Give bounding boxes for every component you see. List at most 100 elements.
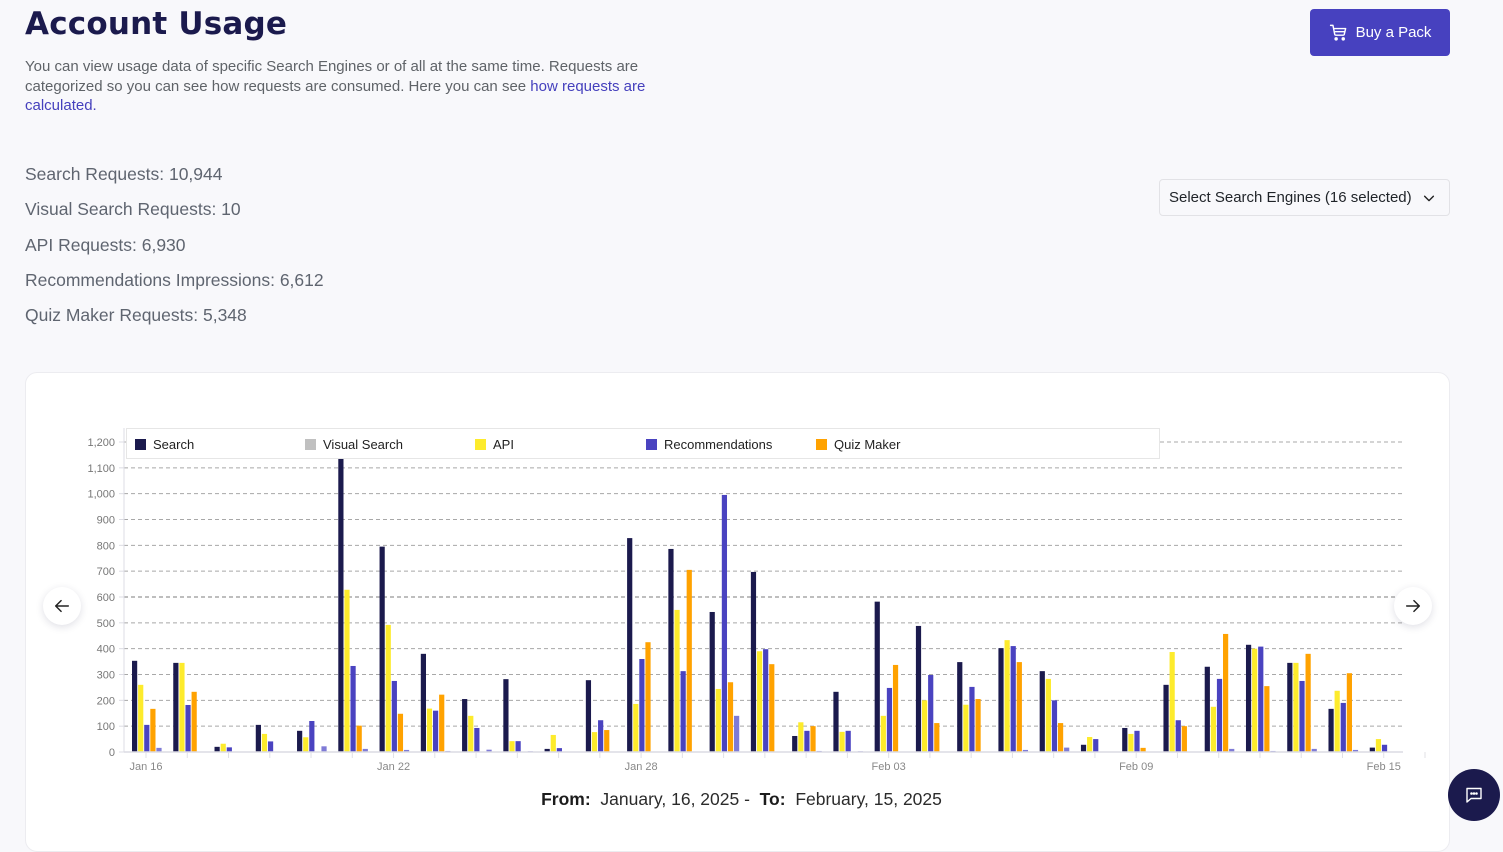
bar-quiz-maker-feb-12 (1264, 686, 1270, 752)
bar-api-feb-02 (839, 731, 845, 752)
bar-quiz-maker-feb-05 (975, 699, 981, 752)
legend-swatch-search (135, 439, 146, 450)
bar-recommendations-feb-03 (886, 687, 893, 752)
bar-quiz-maker-jan-23 (439, 694, 445, 752)
bar-recommendations-feb-06 (1010, 646, 1016, 752)
date-range-from-label: From: (541, 789, 591, 809)
bar-recommendations-feb-14 (1340, 702, 1346, 752)
x-tick-label: Feb 03 (872, 761, 906, 773)
legend-item-visual-search[interactable]: Visual Search (305, 437, 403, 452)
bar-search-jan-27 (585, 680, 592, 752)
y-tick-label: 700 (97, 566, 115, 578)
y-tick-label: 500 (97, 618, 115, 630)
y-tick-label: 100 (97, 721, 115, 733)
bar-api-feb-11 (1210, 706, 1217, 752)
y-tick-label: 0 (109, 747, 115, 759)
x-tick-label: Feb 15 (1367, 761, 1401, 773)
bar-api-jan-16 (138, 684, 144, 752)
legend-label-visual-search: Visual Search (323, 437, 403, 452)
bar-search-feb-01 (792, 735, 798, 752)
bar-quiz-maker-jan-21 (356, 725, 362, 752)
bar-other-jan-20 (321, 746, 327, 752)
y-tick-label: 400 (97, 644, 115, 656)
bar-search-jan-23 (420, 653, 427, 752)
bar-api-jan-27 (591, 732, 598, 752)
bar-recommendations-feb-13 (1299, 680, 1305, 752)
bar-quiz-maker-jan-17 (191, 691, 197, 752)
bar-recommendations-jan-19 (267, 741, 274, 752)
bar-recommendations-feb-07 (1051, 700, 1058, 752)
bar-recommendations-jan-25 (515, 741, 521, 752)
bar-recommendations-jan-16 (144, 724, 150, 752)
bar-search-jan-30 (709, 611, 715, 752)
legend-label-api: API (493, 437, 514, 452)
bar-recommendations-jan-30 (721, 494, 728, 752)
x-tick-label: Jan 22 (377, 761, 410, 773)
bar-search-feb-02 (833, 691, 839, 752)
bar-quiz-maker-feb-13 (1305, 653, 1311, 752)
bar-quiz-maker-feb-14 (1346, 673, 1352, 752)
bar-search-jan-19 (255, 724, 261, 752)
bar-search-jan-16 (132, 660, 138, 752)
legend-item-api[interactable]: API (475, 437, 514, 452)
bar-recommendations-feb-12 (1258, 646, 1264, 752)
bar-quiz-maker-feb-11 (1223, 633, 1229, 752)
chart-x-axis: Jan 16 Jan 22 Jan 28 Feb 03 Feb 09 Feb 15 (124, 751, 1426, 773)
bar-search-feb-07 (1039, 671, 1045, 752)
bar-recommendations-feb-10 (1175, 720, 1181, 752)
bar-quiz-maker-feb-10 (1181, 726, 1187, 752)
bar-recommendations-feb-01 (804, 730, 810, 752)
bar-search-feb-11 (1204, 666, 1210, 752)
bar-quiz-maker-feb-06 (1016, 662, 1022, 752)
bar-api-jan-17 (179, 662, 185, 752)
y-tick-label: 900 (97, 515, 115, 527)
y-tick-label: 1,000 (87, 489, 115, 501)
legend-swatch-recommendations (646, 439, 657, 450)
bar-api-jan-18 (220, 743, 226, 752)
bar-api-jan-21 (344, 589, 350, 752)
bar-recommendations-jan-21 (350, 665, 356, 752)
y-tick-label: 1,200 (87, 437, 115, 449)
y-tick-label: 800 (97, 540, 115, 552)
bar-api-feb-09 (1128, 733, 1134, 752)
next-period-button[interactable] (1394, 587, 1432, 625)
chart-y-axis: 0 100 200 300 400 500 600 700 800 900 1,000 1,100 1,… (87, 428, 125, 759)
bar-api-jan-29 (674, 609, 680, 752)
bar-search-feb-04 (915, 625, 922, 752)
legend-item-recommendations[interactable]: Recommendations (646, 437, 772, 452)
bar-search-feb-03 (874, 601, 880, 752)
y-tick-label: 1,100 (87, 463, 115, 475)
bar-quiz-maker-jan-29 (686, 569, 692, 752)
arrow-right-icon (1405, 599, 1421, 613)
bar-recommendations-feb-05 (969, 686, 975, 752)
bar-search-jan-29 (668, 548, 674, 752)
bar-recommendations-feb-11 (1216, 678, 1223, 752)
bar-search-jan-21 (338, 458, 344, 752)
bar-quiz-maker-jan-30 (727, 682, 734, 752)
bar-api-feb-07 (1045, 678, 1051, 752)
bar-search-jan-20 (297, 730, 303, 752)
bar-recommendations-feb-08 (1093, 739, 1099, 752)
bar-api-jan-26 (550, 734, 556, 752)
bar-recommendations-feb-02 (845, 730, 851, 752)
legend-item-search[interactable]: Search (135, 437, 194, 452)
legend-item-quiz-maker[interactable]: Quiz Maker (816, 437, 900, 452)
previous-period-button[interactable] (43, 587, 81, 625)
chart-legend: Search Visual Search API Recommendations… (126, 428, 1160, 459)
bar-recommendations-feb-15 (1381, 744, 1388, 752)
y-tick-label: 200 (97, 695, 115, 707)
bar-api-jan-30 (715, 688, 721, 752)
date-range-from-value: January, 16, 2025 - (600, 789, 750, 809)
bar-api-jan-25 (509, 741, 515, 752)
bar-search-jan-18 (214, 746, 220, 752)
bar-api-feb-05 (963, 704, 969, 752)
bar-api-feb-14 (1334, 690, 1340, 752)
bar-search-feb-12 (1245, 644, 1252, 752)
bar-api-feb-10 (1169, 652, 1175, 752)
chart-bars (132, 458, 1388, 752)
chat-support-button[interactable] (1448, 769, 1500, 821)
bar-search-jan-24 (462, 699, 468, 752)
date-range-to-value: February, 15, 2025 (795, 789, 942, 809)
bar-quiz-maker-feb-01 (810, 726, 816, 752)
legend-swatch-visual-search (305, 439, 316, 450)
